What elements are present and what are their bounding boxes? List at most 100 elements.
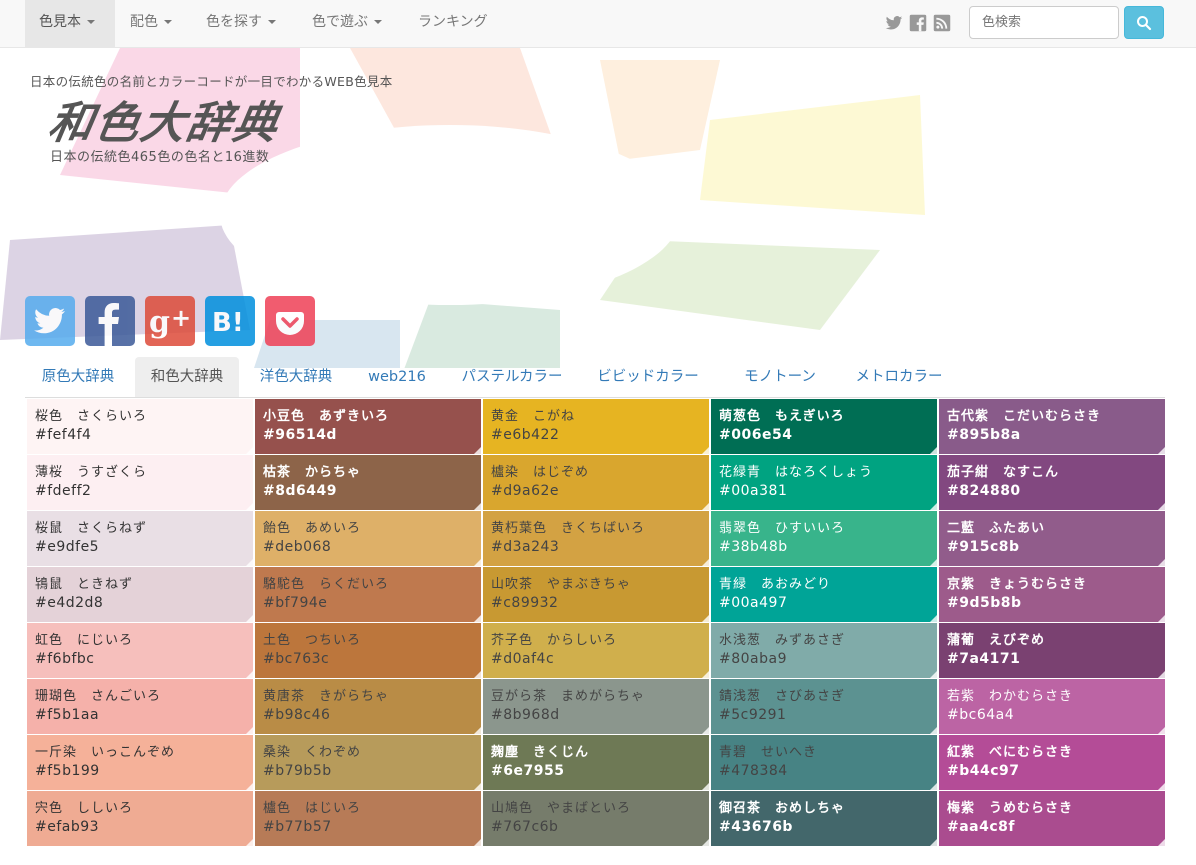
color-swatch[interactable]: 珊瑚色 さんごいろ #f5b1aa: [27, 679, 253, 734]
color-swatch[interactable]: 一斤染 いっこんぞめ #f5b199: [27, 735, 253, 790]
color-swatch[interactable]: 二藍 ふたあい #915c8b: [939, 511, 1165, 566]
corner-fold-icon: [702, 783, 709, 790]
color-swatch[interactable]: 枯茶 からちゃ #8d6449: [255, 455, 481, 510]
nav-ranking[interactable]: ランキング: [404, 0, 504, 47]
rss-icon[interactable]: [933, 14, 951, 32]
color-hex-code: #fdeff2: [35, 483, 92, 499]
color-swatch[interactable]: 虹色 にじいろ #f6bfbc: [27, 623, 253, 678]
color-name: 茄子紺 なすこん: [947, 465, 1060, 480]
tab-monotone[interactable]: モノトーン: [725, 357, 835, 397]
color-swatch[interactable]: 黄金 こがね #e6b422: [483, 399, 709, 454]
nav-play[interactable]: 色で遊ぶ: [298, 0, 402, 47]
color-swatch[interactable]: 山吹茶 やまぶきちゃ #c89932: [483, 567, 709, 622]
corner-fold-icon: [930, 503, 937, 510]
color-name: 山鳩色 やまばといろ: [491, 801, 632, 816]
corner-fold-icon: [702, 839, 709, 846]
color-name: 駱駝色 らくだいろ: [263, 577, 390, 592]
color-swatch[interactable]: 若紫 わかむらさき #bc64a4: [939, 679, 1165, 734]
color-hex-code: #b44c97: [947, 763, 1020, 779]
color-swatch[interactable]: 豆がら茶 まめがらちゃ #8b968d: [483, 679, 709, 734]
tab-web216[interactable]: web216: [353, 357, 441, 397]
color-name: 土色 つちいろ: [263, 633, 362, 648]
corner-fold-icon: [1158, 447, 1165, 454]
color-swatch[interactable]: 翡翠色 ひすいいろ #38b48b: [711, 511, 937, 566]
color-swatch[interactable]: 御召茶 おめしちゃ #43676b: [711, 791, 937, 846]
color-swatch[interactable]: 薄桜 うすざくら #fdeff2: [27, 455, 253, 510]
color-swatch[interactable]: 土色 つちいろ #bc763c: [255, 623, 481, 678]
color-swatch[interactable]: 麹塵 きくじん #6e7955: [483, 735, 709, 790]
color-swatch[interactable]: 駱駝色 らくだいろ #bf794e: [255, 567, 481, 622]
color-swatch[interactable]: 青碧 せいへき #478384: [711, 735, 937, 790]
color-swatch[interactable]: 水浅葱 みずあさぎ #80aba9: [711, 623, 937, 678]
google-plus-share-icon[interactable]: g +: [145, 296, 195, 346]
color-swatch[interactable]: 宍色 ししいろ #efab93: [27, 791, 253, 846]
color-swatch[interactable]: 古代紫 こだいむらさき #895b8a: [939, 399, 1165, 454]
color-swatch[interactable]: 桜鼠 さくらねず #e9dfe5: [27, 511, 253, 566]
color-swatch[interactable]: 小豆色 あずきいろ #96514d: [255, 399, 481, 454]
color-swatch[interactable]: 萌葱色 もえぎいろ #006e54: [711, 399, 937, 454]
site-subtitle: 日本の伝統色465色の色名と16進数: [50, 150, 270, 165]
nav-find-color[interactable]: 色を探す: [192, 0, 296, 47]
color-swatch[interactable]: 黄唐茶 きがらちゃ #b98c46: [255, 679, 481, 734]
corner-fold-icon: [930, 839, 937, 846]
site-logo[interactable]: 和色大辞典: [44, 87, 285, 151]
color-swatch[interactable]: 紅紫 べにむらさき #b44c97: [939, 735, 1165, 790]
color-swatch[interactable]: 京紫 きょうむらさき #9d5b8b: [939, 567, 1165, 622]
tab-japanese-colors[interactable]: 和色大辞典: [135, 357, 239, 397]
color-name: 薄桜 うすざくら: [35, 465, 148, 480]
color-swatch[interactable]: 梅紫 うめむらさき #aa4c8f: [939, 791, 1165, 846]
color-swatch[interactable]: 錆浅葱 さびあさぎ #5c9291: [711, 679, 937, 734]
color-swatch[interactable]: 飴色 あめいろ #deb068: [255, 511, 481, 566]
pocket-share-icon[interactable]: [265, 296, 315, 346]
color-hex-code: #895b8a: [947, 427, 1021, 443]
color-name: 桜鼠 さくらねず: [35, 521, 148, 536]
color-swatch[interactable]: 青緑 あおみどり #00a497: [711, 567, 937, 622]
twitter-icon[interactable]: [885, 14, 903, 32]
nav-swatches[interactable]: 色見本: [25, 0, 115, 47]
color-swatch[interactable]: 黄朽葉色 きくちばいろ #d3a243: [483, 511, 709, 566]
facebook-share-icon[interactable]: [85, 296, 135, 346]
hatena-bookmark-share-icon[interactable]: B!: [205, 296, 255, 346]
tab-pastel-colors[interactable]: パステルカラー: [447, 357, 577, 397]
tab-vivid-colors[interactable]: ビビッドカラー: [585, 357, 711, 397]
corner-fold-icon: [1158, 727, 1165, 734]
twitter-share-icon[interactable]: [25, 296, 75, 346]
color-swatch[interactable]: 蒲葡 えびぞめ #7a4171: [939, 623, 1165, 678]
nav-swatches-label: 色見本: [39, 14, 81, 30]
corner-fold-icon: [474, 447, 481, 454]
corner-fold-icon: [246, 839, 253, 846]
color-hex-code: #e9dfe5: [35, 539, 100, 555]
color-swatch[interactable]: 山鳩色 やまばといろ #767c6b: [483, 791, 709, 846]
color-swatch[interactable]: 桑染 くわぞめ #b79b5b: [255, 735, 481, 790]
corner-fold-icon: [930, 671, 937, 678]
chevron-down-icon: [87, 20, 95, 24]
svg-text:B!: B!: [212, 308, 244, 338]
color-hex-code: #f5b199: [35, 763, 100, 779]
color-hex-code: #d9a62e: [491, 483, 560, 499]
color-name: 珊瑚色 さんごいろ: [35, 689, 162, 704]
color-hex-code: #deb068: [263, 539, 332, 555]
corner-fold-icon: [246, 559, 253, 566]
color-swatch[interactable]: 茄子紺 なすこん #824880: [939, 455, 1165, 510]
corner-fold-icon: [246, 671, 253, 678]
search-button[interactable]: [1124, 6, 1164, 39]
color-name: 黄金 こがね: [491, 409, 576, 424]
tab-primary-colors[interactable]: 原色大辞典: [25, 357, 131, 397]
color-swatch[interactable]: 鴇鼠 ときねず #e4d2d8: [27, 567, 253, 622]
color-swatch[interactable]: 櫨染 はじぞめ #d9a62e: [483, 455, 709, 510]
facebook-icon[interactable]: [909, 14, 927, 32]
search-input[interactable]: [969, 6, 1119, 39]
dictionary-tabs: 原色大辞典 和色大辞典 洋色大辞典 web216 パステルカラー ビビッドカラー…: [25, 357, 1165, 398]
tab-metro-colors[interactable]: メトロカラー: [843, 357, 955, 397]
color-swatch[interactable]: 花緑青 はなろくしょう #00a381: [711, 455, 937, 510]
color-swatch[interactable]: 桜色 さくらいろ #fef4f4: [27, 399, 253, 454]
nav-color-scheme[interactable]: 配色: [116, 0, 192, 47]
corner-fold-icon: [702, 671, 709, 678]
tab-western-colors[interactable]: 洋色大辞典: [243, 357, 349, 397]
color-hex-code: #8b968d: [491, 707, 560, 723]
color-name: 黄朽葉色 きくちばいろ: [491, 521, 646, 536]
color-swatch[interactable]: 櫨色 はじいろ #b77b57: [255, 791, 481, 846]
color-swatch[interactable]: 芥子色 からしいろ #d0af4c: [483, 623, 709, 678]
color-hex-code: #b77b57: [263, 819, 332, 835]
corner-fold-icon: [1158, 671, 1165, 678]
